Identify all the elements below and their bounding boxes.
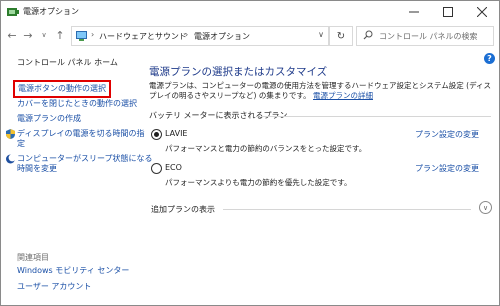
radio-selected-dot (154, 132, 159, 137)
plan-radio-eco[interactable] (151, 163, 162, 174)
recent-locations-button[interactable]: ∨ (37, 28, 51, 42)
power-options-app-icon (7, 8, 19, 16)
control-panel-icon (76, 31, 87, 41)
choose-lid-close-action-link[interactable]: カバーを閉じたときの動作の選択 (17, 99, 137, 109)
chevron-down-icon: ∨ (482, 203, 489, 212)
help-icon[interactable]: ? (484, 53, 495, 64)
up-button[interactable]: ↑ (53, 28, 67, 42)
display-off-time-link-line2[interactable]: 定 (17, 139, 25, 149)
display-off-time-link-line1[interactable]: ディスプレイの電源を切る時間の指 (17, 129, 144, 139)
forward-button[interactable]: → (21, 28, 35, 42)
plan-description-lavie: パフォーマンスと電力の節約のバランスをとった設定です。 (165, 144, 367, 153)
see-also-heading: 関連項目 (17, 253, 49, 262)
power-plan-details-link[interactable]: 電源プランの詳細 (313, 91, 373, 100)
sleep-time-link-line2[interactable]: 時間を変更 (17, 164, 57, 174)
search-icon (363, 30, 373, 40)
forward-arrow-icon: → (23, 28, 33, 42)
back-arrow-icon: ← (7, 28, 17, 42)
change-plan-settings-link-eco[interactable]: プラン設定の変更 (415, 163, 479, 174)
group-divider (261, 116, 491, 117)
plan-radio-lavie[interactable] (151, 129, 162, 140)
back-button[interactable]: ← (5, 28, 19, 42)
choose-power-button-action-link[interactable]: 電源ボタンの動作の選択 (13, 80, 111, 98)
close-button[interactable] (465, 1, 499, 23)
title-bar: 電源オプション (1, 1, 499, 23)
breadcrumb-separator: › (91, 30, 95, 39)
chevron-down-icon: ∨ (41, 31, 47, 39)
window-title: 電源オプション (23, 7, 79, 16)
control-panel-home-link[interactable]: コントロール パネル ホーム (17, 57, 118, 68)
show-additional-plans-label[interactable]: 追加プランの表示 (151, 204, 215, 215)
up-arrow-icon: ↑ (55, 28, 65, 42)
sleep-time-link-line1[interactable]: コンピューターがスリープ状態になる (17, 154, 153, 164)
address-dropdown-icon[interactable]: ∨ (318, 30, 324, 39)
search-box[interactable]: コントロール パネルの検索 (356, 26, 494, 46)
mobility-center-link[interactable]: Windows モビリティ センター (17, 266, 129, 276)
close-icon (477, 7, 487, 17)
additional-plans-divider (223, 209, 471, 210)
minimize-button[interactable] (397, 1, 431, 23)
user-accounts-link[interactable]: ユーザー アカウント (17, 282, 91, 292)
moon-icon (6, 154, 15, 164)
navigation-bar: ← → ∨ ↑ › ハードウェアとサウンド › 電源オプション ∨ ↻ コントロ… (1, 25, 499, 47)
search-placeholder: コントロール パネルの検索 (379, 32, 478, 41)
create-power-plan-link[interactable]: 電源プランの作成 (17, 114, 81, 124)
maximize-button[interactable] (431, 1, 465, 23)
breadcrumb-separator: › (185, 30, 189, 39)
plan-name-eco[interactable]: ECO (165, 163, 182, 172)
address-bar[interactable]: › ハードウェアとサウンド › 電源オプション ∨ (71, 26, 329, 46)
breadcrumb-hardware-sound[interactable]: ハードウェアとサウンド (99, 31, 187, 42)
refresh-icon: ↻ (336, 30, 346, 42)
change-plan-settings-link-lavie[interactable]: プラン設定の変更 (415, 129, 479, 140)
shield-icon (6, 129, 15, 139)
maximize-icon (443, 7, 453, 17)
page-title: 電源プランの選択またはカスタマイズ (149, 66, 328, 78)
plan-name-lavie[interactable]: LAVIE (165, 129, 188, 138)
expand-additional-plans-button[interactable]: ∨ (479, 201, 492, 214)
left-sidebar: コントロール パネル ホーム 電源ボタンの動作の選択 カバーを閉じたときの動作の… (1, 47, 153, 305)
plan-description-eco: パフォーマンスよりも電力の節約を優先した設定です。 (165, 178, 352, 187)
main-content: ? 電源プランの選択またはカスタマイズ 電源プランは、コンピューターの電源の使用… (141, 47, 499, 305)
refresh-button[interactable]: ↻ (329, 26, 353, 46)
page-description: 電源プランは、コンピューターの電源の使用方法を管理するハードウェア設定とシステム… (149, 81, 494, 101)
power-options-window: 電源オプション ← → ∨ ↑ › ハードウェアとサウンド › 電源オプション … (0, 0, 500, 306)
minimize-icon (409, 11, 419, 13)
breadcrumb-power-options[interactable]: 電源オプション (194, 31, 250, 42)
